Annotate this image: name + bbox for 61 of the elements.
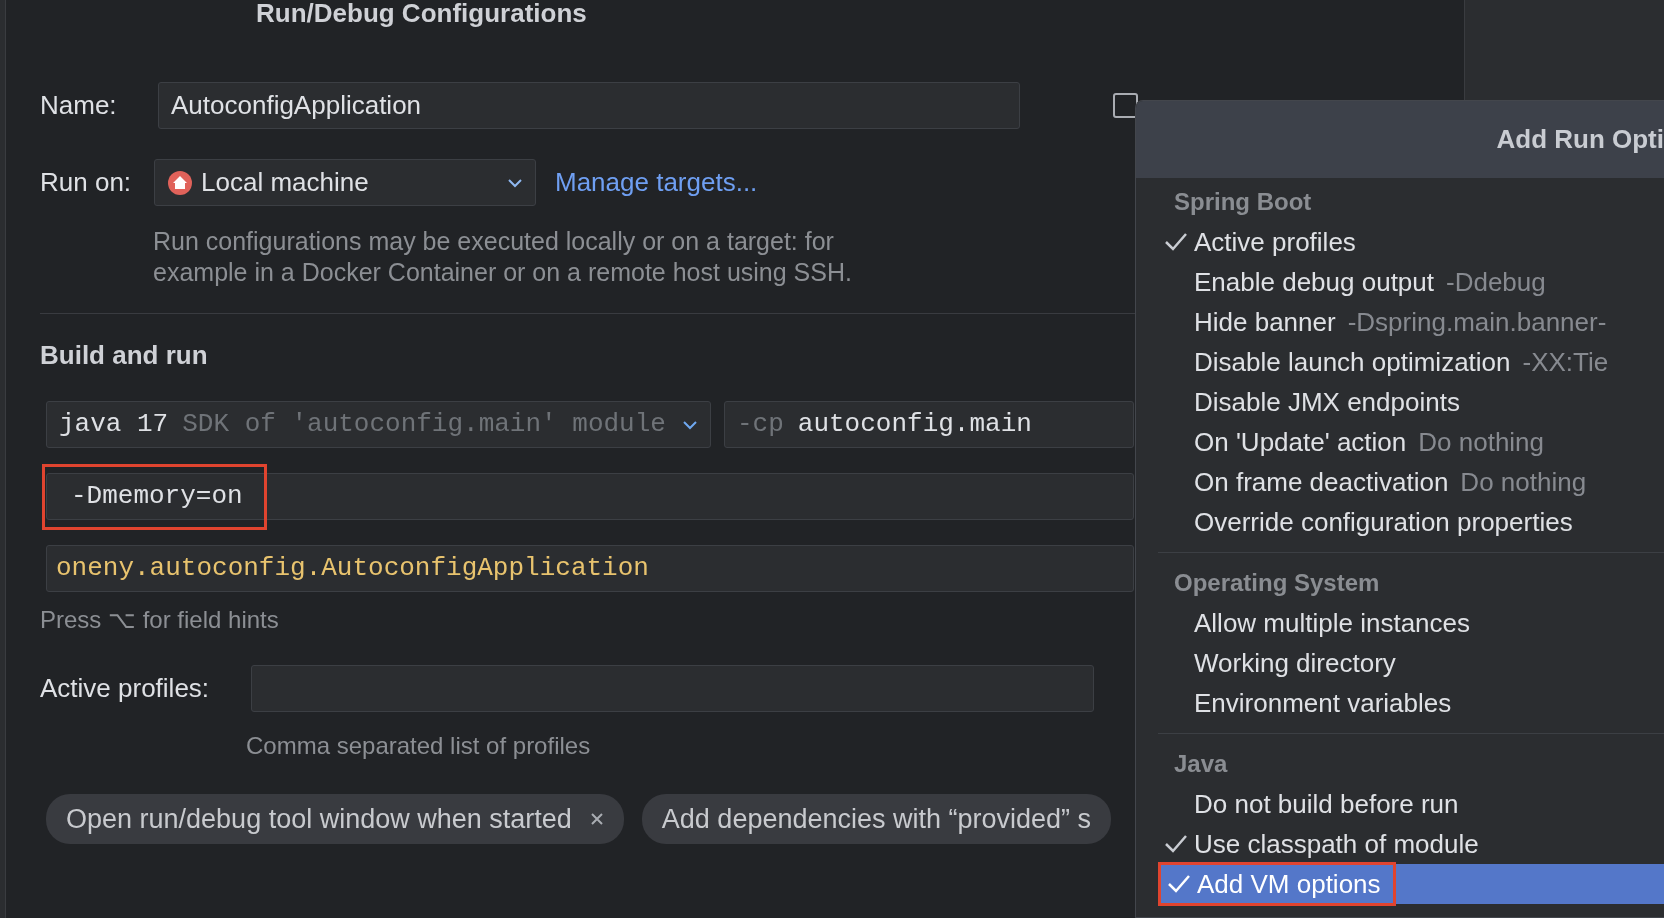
menu-item[interactable]: Disable JMX endpoints: [1136, 382, 1664, 422]
menu-item[interactable]: On 'Update' action Do nothing: [1136, 422, 1664, 462]
item-hint: -Dspring.main.banner-: [1347, 305, 1607, 339]
option-chip[interactable]: Add dependencies with “provided” s: [641, 794, 1112, 844]
item-label: Disable launch optimization: [1194, 345, 1511, 379]
item-label: Use classpath of module: [1194, 827, 1479, 861]
item-hint: Do nothing: [1418, 425, 1545, 459]
item-hint: Do nothing: [1460, 465, 1587, 499]
item-label: Working directory: [1194, 646, 1396, 680]
item-label: Environment variables: [1194, 686, 1452, 720]
jdk-dropdown[interactable]: java 17 SDK of 'autoconfig.main' module: [46, 401, 711, 448]
section-heading: Operating System: [1174, 568, 1380, 598]
chevron-down-icon: [682, 419, 698, 430]
item-label: On frame deactivation: [1194, 465, 1449, 499]
description-text: Run configurations may be executed locally or on a target: for example in a Docker Container or on a remote host using SSH.: [153, 226, 852, 288]
menu-item[interactable]: Add VM options: [1158, 864, 1664, 904]
item-hint: -XX:Tie: [1522, 345, 1609, 379]
section-heading: Java: [1174, 749, 1228, 779]
checkbox[interactable]: [1113, 93, 1138, 118]
field-value: AutoconfigApplication: [171, 89, 422, 122]
menu-item[interactable]: On frame deactivation Do nothing: [1136, 462, 1664, 502]
vm-options-field[interactable]: -Dmemory=on: [46, 473, 1134, 520]
main-class-field[interactable]: oneny.autoconfig.AutoconfigApplication: [46, 545, 1134, 592]
target-dropdown[interactable]: Local machine: [154, 159, 536, 206]
menu-item[interactable]: Working directory: [1136, 643, 1664, 683]
field-label: Active profiles:: [40, 672, 211, 705]
menu-item[interactable]: Enable debug output -Ddebug: [1136, 262, 1664, 302]
item-label: Override configuration properties: [1194, 505, 1573, 539]
name-field[interactable]: AutoconfigApplication: [158, 82, 1020, 129]
menu-item[interactable]: Use classpath of module: [1136, 824, 1664, 864]
field-label: Run on:: [40, 166, 133, 199]
home-icon: [167, 169, 193, 196]
menu-item[interactable]: Do not build before run: [1136, 784, 1664, 824]
field-label: Name:: [40, 89, 118, 122]
item-label: Hide banner: [1194, 305, 1336, 339]
item-label: Disable JMX endpoints: [1194, 385, 1460, 419]
item-hint: -Ddebug: [1446, 265, 1546, 299]
menu-item[interactable]: Override configuration properties: [1136, 502, 1664, 542]
section-heading: Spring Boot: [1174, 187, 1312, 217]
item-label: Add VM options: [1197, 867, 1381, 901]
menu-item[interactable]: Disable launch optimization -XX:Tie: [1136, 342, 1664, 382]
hint-text: Comma separated list of profiles: [246, 731, 591, 761]
menu-item[interactable]: Hide banner -Dspring.main.banner-: [1136, 302, 1664, 342]
menu-item[interactable]: Environment variables: [1136, 683, 1664, 723]
section-heading: Build and run: [40, 339, 208, 372]
popup-title: Add Run Opti: [1136, 101, 1664, 178]
dialog-title: Run/Debug Configurations: [256, 0, 587, 26]
option-chip[interactable]: Open run/debug tool window when started: [46, 794, 624, 844]
menu-item[interactable]: Active profiles: [1136, 222, 1664, 262]
hint-text: Press ⌥ for field hints: [40, 605, 279, 635]
close-icon[interactable]: [589, 812, 604, 826]
manage-targets-link[interactable]: Manage targets...: [555, 163, 758, 202]
item-label: Enable debug output: [1194, 265, 1434, 299]
menu-item[interactable]: Allow multiple instances: [1136, 603, 1664, 643]
item-label: Allow multiple instances: [1194, 606, 1470, 640]
classpath-field[interactable]: -cp autoconfig.main: [724, 401, 1134, 448]
profiles-field[interactable]: [251, 665, 1094, 712]
chevron-down-icon: [507, 177, 523, 188]
item-label: On 'Update' action: [1194, 425, 1407, 459]
item-label: Active profiles: [1194, 225, 1356, 259]
item-label: Do not build before run: [1194, 787, 1459, 821]
